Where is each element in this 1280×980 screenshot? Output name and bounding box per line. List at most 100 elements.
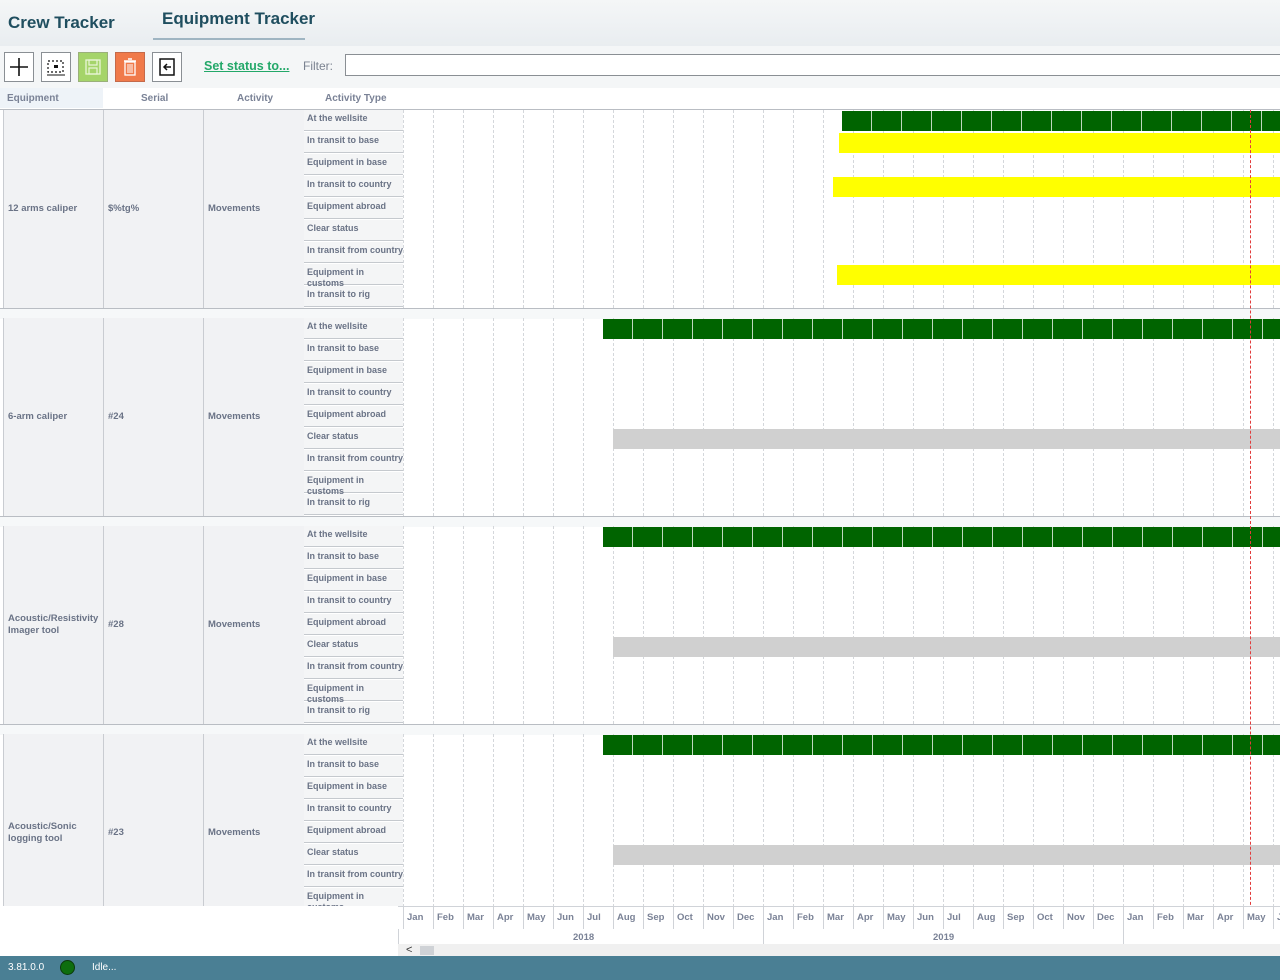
month-gridline <box>883 318 884 516</box>
activity-type-cell[interactable]: In transit to country <box>304 384 403 405</box>
header-activity-type[interactable]: Activity Type <box>325 93 387 104</box>
status-bar-yellow[interactable] <box>839 133 1280 153</box>
filter-input[interactable] <box>345 54 1280 76</box>
activity-type-cell[interactable]: In transit to rig <box>304 702 403 723</box>
equipment-cell[interactable]: Acoustic/Resistivity Imager tool <box>3 526 103 724</box>
serial-cell[interactable]: #23 <box>103 734 203 906</box>
month-label: Nov <box>707 912 725 923</box>
activity-type-cell[interactable]: In transit to rig <box>304 494 403 515</box>
equipment-cell[interactable]: 12 arms caliper <box>3 110 103 308</box>
equipment-row[interactable]: Acoustic/Resistivity Imager tool #28 Movem… <box>0 526 1280 735</box>
activity-type-cell[interactable]: In transit to country <box>304 176 403 197</box>
activity-type-cell[interactable]: Equipment abroad <box>304 822 403 843</box>
activity-type-cell[interactable]: Equipment in base <box>304 154 403 175</box>
activity-type-cell[interactable]: At the wellsite <box>304 526 403 547</box>
activity-type-cell[interactable]: Equipment in base <box>304 570 403 591</box>
activity-cell[interactable]: Movements <box>203 110 304 308</box>
activity-type-cell[interactable]: In transit to base <box>304 340 403 361</box>
equipment-row[interactable]: 12 arms caliper $%tg% Movements At the well… <box>0 110 1280 319</box>
tab-equipment-tracker[interactable]: Equipment Tracker <box>162 9 315 29</box>
month-gridline <box>433 110 434 308</box>
activity-type-cell[interactable]: Equipment abroad <box>304 198 403 219</box>
status-bar-green[interactable] <box>842 111 1280 131</box>
month-gridline <box>433 526 434 724</box>
select-button[interactable] <box>41 52 71 82</box>
activity-type-cell[interactable]: In transit from country <box>304 450 403 471</box>
month-label: Apr <box>857 912 874 923</box>
header-serial[interactable]: Serial <box>141 93 168 104</box>
month-gridline <box>433 318 434 516</box>
status-bar-yellow[interactable] <box>833 177 1280 197</box>
activity-type-cell[interactable]: At the wellsite <box>304 734 403 755</box>
status-bar-gray[interactable] <box>613 845 1280 865</box>
header-activity[interactable]: Activity <box>237 93 273 104</box>
activity-type-cell[interactable]: In transit to rig <box>304 286 403 307</box>
activity-type-cell[interactable]: In transit from country <box>304 242 403 263</box>
month-label: Jan <box>1127 912 1144 923</box>
month-gridline <box>583 734 584 906</box>
equipment-row[interactable]: Acoustic/Sonic logging tool #23 Movements A… <box>0 734 1280 906</box>
equipment-cell[interactable]: 6-arm caliper <box>3 318 103 516</box>
activity-cell[interactable]: Movements <box>203 734 304 906</box>
activity-type-cell[interactable]: At the wellsite <box>304 318 403 339</box>
activity-type-cell[interactable]: Clear status <box>304 220 403 241</box>
serial-cell[interactable]: #28 <box>103 526 203 724</box>
activity-type-cell[interactable]: In transit to base <box>304 548 403 569</box>
status-bar-gray[interactable] <box>613 637 1280 657</box>
set-status-link[interactable]: Set status to... <box>204 59 289 73</box>
activity-type-cell[interactable]: In transit to country <box>304 800 403 821</box>
month-label: Mar <box>467 912 484 923</box>
activity-type-cell[interactable]: Equipment abroad <box>304 614 403 635</box>
activity-type-cell[interactable]: In transit from country <box>304 658 403 679</box>
activity-type-cell[interactable]: Equipment in customs <box>304 264 403 288</box>
month-gridline <box>973 526 974 724</box>
month-gridline <box>523 110 524 308</box>
add-button[interactable] <box>4 52 34 82</box>
status-bar-gray[interactable] <box>613 429 1280 449</box>
month-gridline <box>553 526 554 724</box>
activity-type-cell[interactable]: In transit to base <box>304 756 403 777</box>
month-gridline <box>823 110 824 308</box>
tab-crew-tracker[interactable]: Crew Tracker <box>8 13 115 33</box>
horizontal-scrollbar[interactable] <box>398 944 1280 956</box>
status-bar-green[interactable] <box>603 735 1280 755</box>
status-bar-yellow[interactable] <box>837 265 1280 285</box>
delete-button[interactable] <box>115 52 145 82</box>
save-button[interactable] <box>78 52 108 82</box>
activity-type-cell[interactable]: Equipment in customs <box>304 472 403 496</box>
activity-cell-text: Movements <box>208 203 261 214</box>
month-tick <box>553 907 554 929</box>
serial-cell[interactable]: #24 <box>103 318 203 516</box>
month-gridline <box>553 110 554 308</box>
month-label: Jan <box>407 912 424 923</box>
activity-type-cell[interactable]: In transit to country <box>304 592 403 613</box>
activity-type-cell[interactable]: In transit to base <box>304 132 403 153</box>
scroll-thumb[interactable] <box>420 946 434 955</box>
month-gridline <box>673 318 674 516</box>
activity-type-cell[interactable]: Equipment in customs <box>304 888 403 906</box>
equipment-row[interactable]: 6-arm caliper #24 Movements At the wellsite… <box>0 318 1280 527</box>
activity-type-cell[interactable]: Equipment in base <box>304 362 403 383</box>
activity-cell[interactable]: Movements <box>203 318 304 516</box>
header-equipment[interactable]: Equipment <box>7 93 59 104</box>
activity-type-cell[interactable]: Equipment in base <box>304 778 403 799</box>
activity-type-cell[interactable]: Clear status <box>304 428 403 449</box>
activity-type-cell[interactable]: Equipment abroad <box>304 406 403 427</box>
scroll-left-icon[interactable]: < <box>406 944 412 956</box>
month-gridline <box>1093 526 1094 724</box>
month-label: Jun <box>557 912 574 923</box>
activity-type-cell[interactable]: In transit from country <box>304 866 403 887</box>
month-label: Oct <box>1037 912 1053 923</box>
month-gridline <box>793 526 794 724</box>
activity-cell[interactable]: Movements <box>203 526 304 724</box>
status-bar-green[interactable] <box>603 527 1280 547</box>
filter-label: Filter: <box>303 59 333 73</box>
activity-type-cell[interactable]: Equipment in customs <box>304 680 403 704</box>
equipment-cell[interactable]: Acoustic/Sonic logging tool <box>3 734 103 906</box>
activity-type-cell[interactable]: Clear status <box>304 844 403 865</box>
activity-type-cell[interactable]: At the wellsite <box>304 110 403 131</box>
export-button[interactable] <box>152 52 182 82</box>
serial-cell[interactable]: $%tg% <box>103 110 203 308</box>
activity-type-cell[interactable]: Clear status <box>304 636 403 657</box>
status-bar-green[interactable] <box>603 319 1280 339</box>
